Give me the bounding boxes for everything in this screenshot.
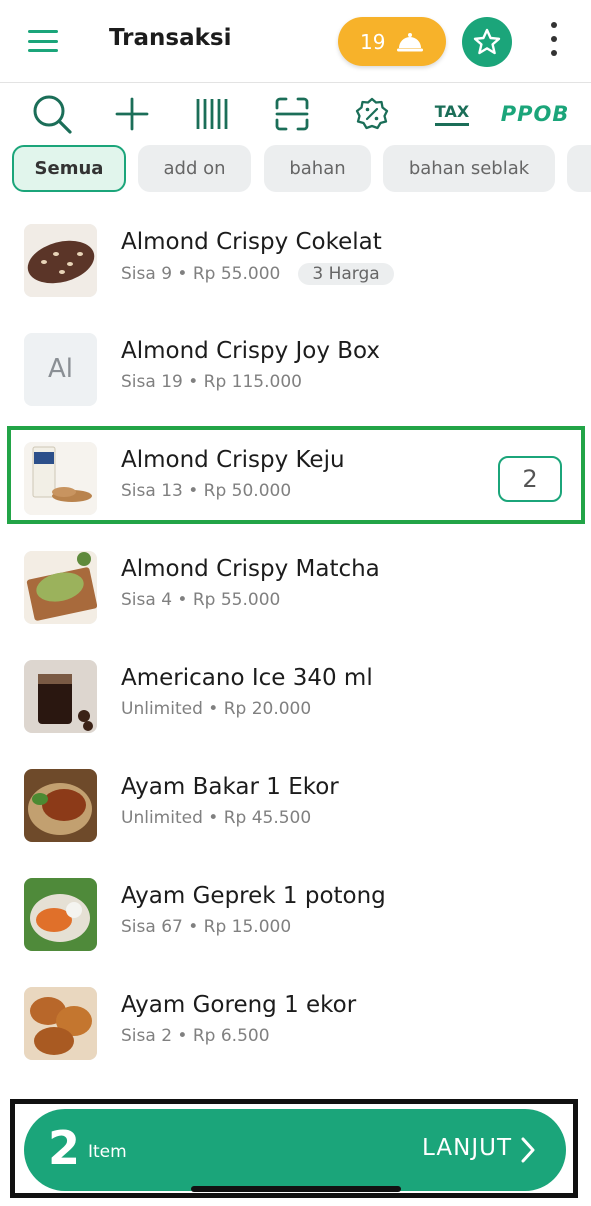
- category-chip-partial[interactable]: [567, 145, 591, 192]
- tax-button[interactable]: TAX: [434, 92, 470, 136]
- app-header: Transaksi 19: [0, 0, 591, 83]
- search-icon: [33, 95, 72, 134]
- continue-button[interactable]: 2 Item LANJUT: [24, 1109, 566, 1191]
- category-chip-semua[interactable]: Semua: [12, 145, 126, 192]
- tax-label: TAX: [434, 102, 470, 126]
- product-name: Ayam Bakar 1 Ekor: [121, 774, 339, 800]
- cart-item-unit: Item: [88, 1142, 127, 1162]
- product-name: Almond Crispy Joy Box: [121, 338, 381, 364]
- product-row[interactable]: Almond Crispy Matcha Sisa 4 • Rp 55.000: [0, 532, 591, 641]
- product-stock-price: Sisa 9 • Rp 55.000: [121, 264, 281, 284]
- product-thumbnail: [24, 551, 97, 624]
- product-thumbnail: [24, 987, 97, 1060]
- product-row[interactable]: Ayam Goreng 1 ekor Sisa 2 • Rp 6.500: [0, 968, 591, 1077]
- product-stock-price: Sisa 19 • Rp 115.000: [121, 372, 302, 392]
- cart-item-count: 2: [48, 1121, 81, 1175]
- barcode-icon: [196, 99, 228, 129]
- product-name: Almond Crispy Matcha: [121, 556, 380, 582]
- plus-icon: [115, 97, 149, 131]
- price-variant-badge: 3 Harga: [298, 263, 394, 285]
- search-button[interactable]: [30, 92, 74, 136]
- product-meta: Sisa 9 • Rp 55.000 3 Harga: [121, 263, 394, 285]
- favorite-button[interactable]: [462, 17, 512, 67]
- discount-icon: [355, 97, 389, 130]
- category-chip-bahan[interactable]: bahan: [264, 145, 371, 192]
- scan-button[interactable]: [273, 92, 311, 136]
- product-name: Americano Ice 340 ml: [121, 665, 373, 691]
- discount-button[interactable]: [354, 92, 390, 136]
- star-icon: [473, 28, 501, 55]
- category-chip-bahan-seblak[interactable]: bahan seblak: [383, 145, 555, 192]
- scan-icon: [275, 97, 309, 131]
- action-toolbar: TAX PPOB: [0, 84, 591, 144]
- quantity-badge[interactable]: 2: [498, 456, 562, 502]
- pending-orders-count: 19: [360, 30, 386, 54]
- product-name: Ayam Goreng 1 ekor: [121, 992, 357, 1018]
- more-options-icon[interactable]: [546, 22, 562, 62]
- product-row[interactable]: Almond Crispy Cokelat Sisa 9 • Rp 55.000…: [0, 205, 591, 314]
- hamburger-icon[interactable]: [28, 30, 58, 52]
- product-stock-price: Unlimited • Rp 45.500: [121, 808, 312, 828]
- home-indicator: [191, 1186, 401, 1192]
- add-product-button[interactable]: [114, 92, 150, 136]
- category-filter-bar: Semua add on bahan bahan seblak: [0, 145, 591, 193]
- product-thumbnail: [24, 224, 97, 297]
- service-bell-icon: [397, 33, 423, 52]
- product-stock-price: Sisa 67 • Rp 15.000: [121, 917, 292, 937]
- pending-orders-button[interactable]: 19: [338, 17, 446, 66]
- ppob-label: PPOB: [500, 102, 570, 126]
- product-row[interactable]: Ayam Geprek 1 potong Sisa 67 • Rp 15.000: [0, 859, 591, 968]
- product-stock-price: Unlimited • Rp 20.000: [121, 699, 312, 719]
- chevron-right-icon: [521, 1137, 535, 1163]
- category-chip-add-on[interactable]: add on: [138, 145, 251, 192]
- product-thumbnail: Al: [24, 333, 97, 406]
- barcode-button[interactable]: [194, 92, 230, 136]
- product-thumbnail: [24, 878, 97, 951]
- product-thumbnail: [24, 660, 97, 733]
- product-initials: Al: [24, 333, 97, 406]
- product-name: Ayam Geprek 1 potong: [121, 883, 386, 909]
- product-row[interactable]: Ayam Bakar 1 Ekor Unlimited • Rp 45.500: [0, 750, 591, 859]
- product-stock-price: Sisa 2 • Rp 6.500: [121, 1026, 270, 1046]
- page-title: Transaksi: [109, 25, 232, 51]
- product-row[interactable]: Americano Ice 340 ml Unlimited • Rp 20.0…: [0, 641, 591, 750]
- product-thumbnail: [24, 769, 97, 842]
- ppob-button[interactable]: PPOB: [500, 92, 570, 136]
- product-row[interactable]: Al Almond Crispy Joy Box Sisa 19 • Rp 11…: [0, 314, 591, 423]
- continue-label: LANJUT: [422, 1135, 512, 1161]
- product-stock-price: Sisa 4 • Rp 55.000: [121, 590, 281, 610]
- product-name: Almond Crispy Cokelat: [121, 229, 382, 255]
